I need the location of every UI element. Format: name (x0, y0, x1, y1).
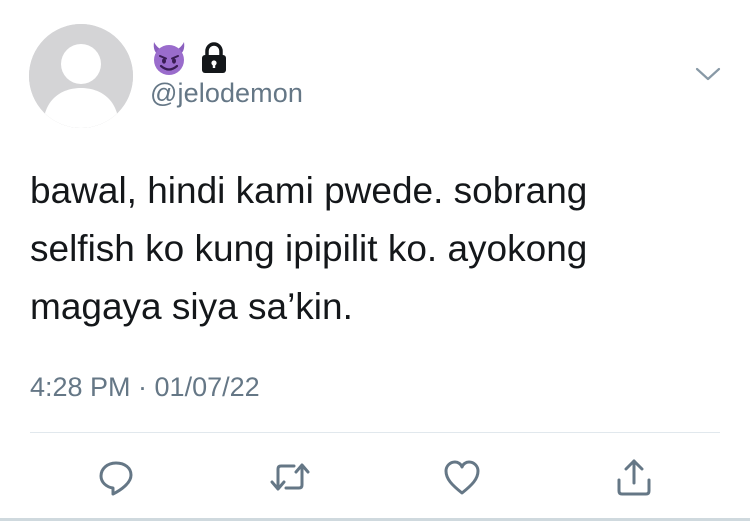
divider (30, 432, 720, 433)
retweet-icon[interactable] (268, 455, 312, 499)
chevron-down-icon[interactable] (694, 64, 722, 86)
display-name[interactable] (150, 38, 228, 78)
tweet-card: @jelodemon bawal, hindi kami pwede. sobr… (0, 0, 750, 521)
tweet-text: bawal, hindi kami pwede. sobrang selfish… (30, 170, 588, 327)
tweet-timestamp[interactable]: 4:28 PM · 01/07/22 (30, 372, 260, 403)
reply-icon[interactable] (94, 455, 138, 499)
smiling-devil-emoji (153, 42, 185, 75)
like-icon[interactable] (440, 455, 484, 499)
user-handle[interactable]: @jelodemon (150, 78, 303, 109)
default-profile-icon (29, 24, 133, 128)
avatar[interactable] (29, 24, 133, 128)
lock-icon (202, 42, 226, 73)
share-icon[interactable] (612, 455, 656, 499)
